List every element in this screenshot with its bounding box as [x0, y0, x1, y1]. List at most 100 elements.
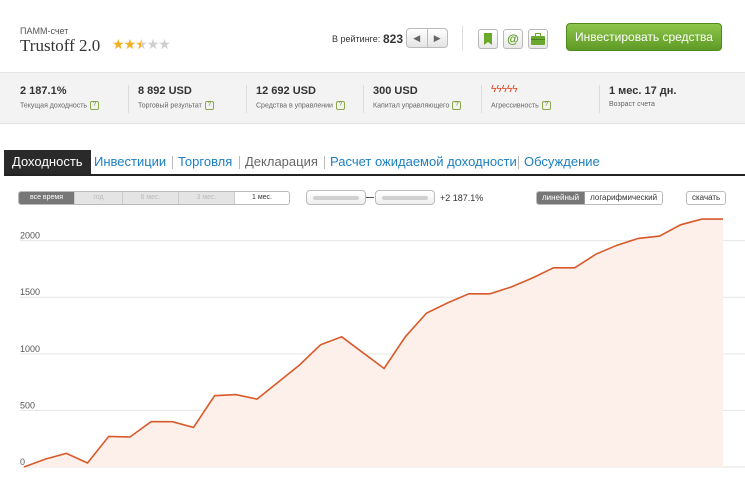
range-3-months[interactable]: 3 мес.: [179, 192, 235, 204]
star-half-icon: ★: [135, 36, 148, 52]
data-point[interactable]: [382, 367, 386, 371]
data-point[interactable]: [361, 351, 365, 355]
stat-label: Средства в управлении?: [256, 101, 345, 110]
divider: [518, 156, 519, 169]
data-point[interactable]: [213, 394, 217, 398]
stat-value: 300 USD: [373, 85, 418, 97]
data-point[interactable]: [594, 252, 598, 256]
date-from-field[interactable]: [306, 190, 366, 205]
invest-button[interactable]: Инвестировать средства: [566, 23, 722, 51]
data-point[interactable]: [509, 285, 513, 289]
data-point[interactable]: [658, 234, 662, 238]
data-point[interactable]: [255, 397, 259, 401]
returns-area: [24, 219, 723, 467]
help-icon[interactable]: ?: [452, 101, 462, 110]
bookmark-icon: [484, 33, 492, 45]
period-selector: все время год 6 мес. 3 мес. 1 мес.: [18, 191, 290, 205]
data-point[interactable]: [552, 266, 556, 270]
range-all-time[interactable]: все время: [19, 192, 75, 204]
range-1-month[interactable]: 1 мес.: [235, 192, 289, 204]
account-type: ПАММ-счет: [20, 26, 69, 36]
data-point[interactable]: [530, 276, 534, 280]
data-point[interactable]: [149, 420, 153, 424]
scale-log[interactable]: логарифмический: [585, 192, 663, 204]
star-icon: ★: [123, 36, 137, 52]
lightning-icon: ϟϟϟϟϟ: [491, 84, 518, 95]
help-icon[interactable]: ?: [204, 101, 214, 110]
data-point[interactable]: [319, 343, 323, 347]
data-point[interactable]: [340, 335, 344, 339]
period-change: +2 187.1%: [440, 193, 484, 203]
briefcase-icon: [531, 33, 545, 45]
rating-value: 823: [383, 32, 404, 46]
stat-label: Текущая доходность?: [20, 101, 100, 110]
help-icon[interactable]: ?: [541, 101, 551, 110]
divider: [462, 26, 463, 50]
scale-linear[interactable]: линейный: [537, 192, 586, 204]
rating-stars: ★★★★★: [112, 36, 171, 53]
stat-value: 8 892 USD: [138, 85, 192, 97]
divider: [599, 85, 600, 113]
tab-trading[interactable]: Торговля: [178, 150, 232, 174]
tab-discussion[interactable]: Обсуждение: [524, 150, 600, 174]
divider: [481, 85, 482, 113]
tab-expected-return[interactable]: Расчет ожидаемой доходности: [330, 150, 517, 174]
email-button[interactable]: @: [503, 29, 523, 49]
date-to-field[interactable]: [375, 190, 435, 205]
data-point[interactable]: [446, 301, 450, 305]
data-point[interactable]: [107, 434, 111, 438]
range-6-months[interactable]: 6 мес.: [123, 192, 179, 204]
rating-label: В рейтинге:: [332, 34, 381, 44]
download-button[interactable]: скачать: [686, 191, 727, 205]
stat-value: 12 692 USD: [256, 85, 316, 97]
range-year[interactable]: год: [75, 192, 123, 204]
data-point[interactable]: [403, 335, 407, 339]
date-to-value: [382, 196, 428, 200]
data-point[interactable]: [276, 380, 280, 384]
divider: [324, 156, 325, 169]
scale-selector: линейный логарифмический: [536, 191, 664, 205]
tab-returns[interactable]: Доходность: [4, 150, 91, 174]
tab-underline: [4, 174, 745, 176]
y-tick-label: 1000: [20, 344, 40, 354]
data-point[interactable]: [234, 393, 238, 397]
data-point[interactable]: [636, 236, 640, 240]
date-from-value: [313, 196, 359, 200]
portfolio-button[interactable]: [528, 29, 548, 49]
data-point[interactable]: [615, 243, 619, 247]
data-point[interactable]: [425, 311, 429, 315]
help-icon[interactable]: ?: [90, 101, 100, 110]
divider: [239, 156, 240, 169]
data-point[interactable]: [43, 457, 47, 461]
arrow-right-icon[interactable]: ▶: [428, 29, 448, 47]
returns-chart: 0500100015002000: [20, 217, 745, 469]
y-tick-label: 500: [20, 400, 35, 410]
arrow-left-icon[interactable]: ◀: [407, 29, 428, 47]
bookmark-button[interactable]: [478, 29, 498, 49]
y-tick-label: 1500: [20, 287, 40, 297]
data-point[interactable]: [170, 420, 174, 424]
data-point[interactable]: [297, 363, 301, 367]
data-point[interactable]: [721, 217, 725, 221]
data-point[interactable]: [86, 461, 90, 465]
help-icon[interactable]: ?: [335, 101, 345, 110]
stat-label: Капитал управляющего?: [373, 101, 462, 110]
data-point[interactable]: [573, 266, 577, 270]
tab-declaration: Декларация: [245, 154, 318, 169]
stats-bar: 2 187.1% Текущая доходность? 8 892 USD Т…: [0, 72, 745, 124]
y-tick-label: 2000: [20, 231, 40, 241]
tab-investments[interactable]: Инвестиции: [94, 150, 166, 174]
stat-label: Торговый результат?: [138, 101, 214, 110]
date-range-dash: [366, 197, 374, 198]
data-point[interactable]: [467, 292, 471, 296]
data-point[interactable]: [64, 451, 68, 455]
data-point[interactable]: [22, 465, 26, 469]
divider: [363, 85, 364, 113]
data-point[interactable]: [128, 435, 132, 439]
star-empty-icon: ★: [146, 36, 160, 52]
data-point[interactable]: [192, 425, 196, 429]
data-point[interactable]: [679, 223, 683, 227]
data-point[interactable]: [700, 217, 704, 221]
data-point[interactable]: [488, 292, 492, 296]
account-name: Trustoff 2.0: [20, 36, 101, 55]
